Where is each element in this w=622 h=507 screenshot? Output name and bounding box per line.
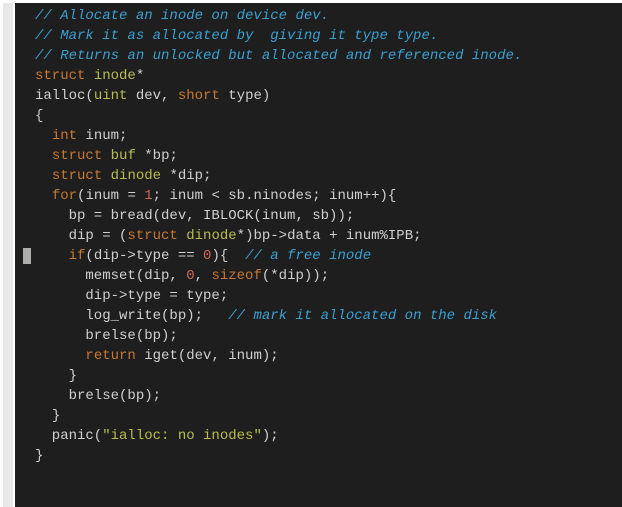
token-id bbox=[35, 128, 52, 144]
token-id: ; inum < sb.ninodes; inum++ bbox=[153, 188, 380, 204]
token-kw: struct bbox=[127, 228, 177, 244]
code-line[interactable]: int inum; bbox=[15, 126, 622, 146]
token-num: 0 bbox=[186, 268, 194, 284]
code-line[interactable]: ialloc(uint dev, short type) bbox=[15, 86, 622, 106]
editor-container: // Allocate an inode on device dev. // Ma… bbox=[0, 0, 622, 507]
token-id bbox=[102, 168, 110, 184]
token-pn: ( bbox=[85, 248, 93, 264]
token-pn: ){ bbox=[211, 248, 228, 264]
token-id: dip->type = type; bbox=[35, 288, 228, 304]
token-id bbox=[35, 368, 69, 384]
token-id: bp = bread(dev, IBLOCK(inum, sb)); bbox=[35, 208, 354, 224]
token-ty: buf bbox=[111, 148, 136, 164]
token-cm: // Returns an unlocked but allocated and… bbox=[35, 48, 522, 64]
code-line[interactable]: } bbox=[15, 366, 622, 386]
code-line[interactable]: // Mark it as allocated by giving it typ… bbox=[15, 26, 622, 46]
token-num: 1 bbox=[144, 188, 152, 204]
token-cm: // a free inode bbox=[245, 248, 371, 264]
code-line[interactable]: struct inode* bbox=[15, 66, 622, 86]
token-cm: // Mark it as allocated by giving it typ… bbox=[35, 28, 438, 44]
token-op: * bbox=[136, 68, 144, 84]
code-line[interactable]: for(inum = 1; inum < sb.ninodes; inum++)… bbox=[15, 186, 622, 206]
token-id: panic( bbox=[35, 428, 102, 444]
token-id: brelse(bp); bbox=[35, 388, 161, 404]
token-id bbox=[35, 148, 52, 164]
code-line[interactable]: // Returns an unlocked but allocated and… bbox=[15, 46, 622, 66]
token-id: brelse(bp); bbox=[35, 328, 178, 344]
code-line[interactable]: return iget(dev, inum); bbox=[15, 346, 622, 366]
token-ty: uint bbox=[94, 88, 128, 104]
token-pn: { bbox=[35, 108, 43, 124]
code-line[interactable]: { bbox=[15, 106, 622, 126]
token-pn: ) bbox=[262, 88, 270, 104]
code-line[interactable]: brelse(bp); bbox=[15, 386, 622, 406]
token-id: *dip; bbox=[161, 168, 211, 184]
token-id bbox=[228, 248, 245, 264]
token-id: log_write(bp); bbox=[35, 308, 228, 324]
token-id: dip->type == bbox=[94, 248, 203, 264]
token-fn: ialloc bbox=[35, 88, 85, 104]
token-pn: } bbox=[35, 448, 43, 464]
token-id: inum; bbox=[77, 128, 127, 144]
token-pn: } bbox=[52, 408, 60, 424]
code-line[interactable]: bp = bread(dev, IBLOCK(inum, sb)); bbox=[15, 206, 622, 226]
token-id: *dip bbox=[270, 268, 304, 284]
token-id: dev, bbox=[127, 88, 177, 104]
token-id: iget(dev, inum); bbox=[136, 348, 279, 364]
code-line[interactable]: brelse(bp); bbox=[15, 326, 622, 346]
token-pn: ){ bbox=[380, 188, 397, 204]
code-line[interactable]: panic("ialloc: no inodes"); bbox=[15, 426, 622, 446]
token-id bbox=[35, 348, 85, 364]
code-line[interactable]: dip = (struct dinode*)bp->data + inum%IP… bbox=[15, 226, 622, 246]
token-id bbox=[35, 408, 52, 424]
code-line[interactable]: log_write(bp); // mark it allocated on t… bbox=[15, 306, 622, 326]
token-kw: for bbox=[52, 188, 77, 204]
token-id: dip = ( bbox=[35, 228, 127, 244]
minimap-scrollbar[interactable] bbox=[3, 3, 13, 507]
token-id: inum = bbox=[85, 188, 144, 204]
token-id: *bp; bbox=[136, 148, 178, 164]
token-cm: // mark it allocated on the disk bbox=[228, 308, 497, 324]
token-kw: if bbox=[69, 248, 86, 264]
token-id: ); bbox=[312, 268, 329, 284]
code-editor[interactable]: // Allocate an inode on device dev. // Ma… bbox=[15, 3, 622, 507]
token-pn: } bbox=[69, 368, 77, 384]
code-line[interactable]: } bbox=[15, 446, 622, 466]
token-id: type bbox=[220, 88, 262, 104]
token-pn: ( bbox=[85, 88, 93, 104]
token-kw: return bbox=[85, 348, 135, 364]
token-kw: short bbox=[178, 88, 220, 104]
code-line[interactable]: memset(dip, 0, sizeof(*dip)); bbox=[15, 266, 622, 286]
token-ty: dinode bbox=[186, 228, 236, 244]
token-kw: int bbox=[52, 128, 77, 144]
code-line[interactable]: struct dinode *dip; bbox=[15, 166, 622, 186]
code-line[interactable]: // Allocate an inode on device dev. bbox=[15, 6, 622, 26]
token-id bbox=[35, 188, 52, 204]
code-line[interactable]: dip->type = type; bbox=[15, 286, 622, 306]
token-cm: // Allocate an inode on device dev. bbox=[35, 8, 329, 24]
token-id bbox=[102, 148, 110, 164]
code-line[interactable]: struct buf *bp; bbox=[15, 146, 622, 166]
token-str: "ialloc: no inodes" bbox=[102, 428, 262, 444]
token-kw: sizeof bbox=[211, 268, 261, 284]
token-kw: struct bbox=[52, 168, 102, 184]
token-ty: dinode bbox=[111, 168, 161, 184]
token-id bbox=[178, 228, 186, 244]
token-id: ); bbox=[262, 428, 279, 444]
token-ty: inode bbox=[94, 68, 136, 84]
token-id bbox=[35, 168, 52, 184]
token-kw: struct bbox=[35, 68, 85, 84]
token-kw: struct bbox=[52, 148, 102, 164]
token-id: , bbox=[195, 268, 212, 284]
token-id bbox=[85, 68, 93, 84]
token-id bbox=[35, 248, 69, 264]
token-id: *)bp->data + inum%IPB; bbox=[237, 228, 422, 244]
token-id: memset(dip, bbox=[35, 268, 186, 284]
code-line[interactable]: } bbox=[15, 406, 622, 426]
code-line[interactable]: if(dip->type == 0){ // a free inode bbox=[15, 246, 622, 266]
